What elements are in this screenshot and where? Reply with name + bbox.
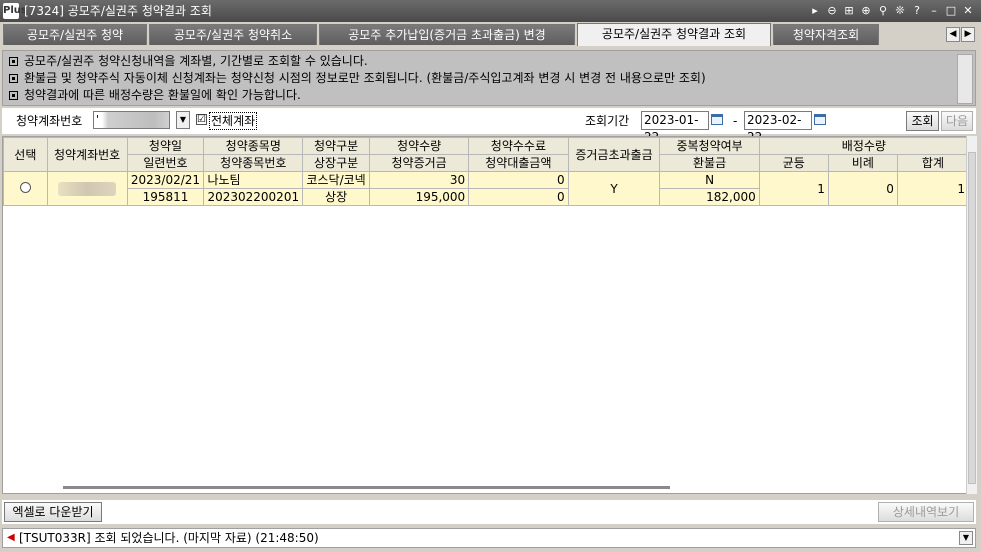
- account-input[interactable]: ': [93, 111, 170, 129]
- col-header-total[interactable]: 합계: [896, 154, 969, 172]
- col-header-type[interactable]: 청약구분: [302, 137, 371, 155]
- bottom-bar: 엑셀로 다운받기 상세내역보기: [2, 500, 976, 524]
- status-message: [TSUT033R] 조회 되었습니다. (마지막 자료) (21:48:50): [19, 531, 319, 545]
- col-header-prop[interactable]: 비례: [827, 154, 898, 172]
- row-select-cell[interactable]: [3, 171, 48, 206]
- col-header-dup[interactable]: 중복청약여부: [659, 137, 760, 155]
- info-panel: 공모주/실권주 청약신청내역을 계좌별, 기간별로 조회할 수 있습니다. 환불…: [2, 50, 976, 106]
- cell-serial: 195811: [126, 188, 205, 206]
- col-header-loan[interactable]: 청약대출금액: [468, 154, 569, 172]
- col-header-market[interactable]: 상장구분: [302, 154, 371, 172]
- zoom-in-icon[interactable]: ⊕: [859, 3, 873, 19]
- app-logo: Plus: [3, 3, 27, 19]
- col-header-excess[interactable]: 증거금초과출금: [567, 137, 661, 172]
- cell-total: 1: [896, 171, 969, 206]
- tab-next-icon[interactable]: ▶: [961, 27, 975, 42]
- cell-equal: 1: [758, 171, 829, 206]
- help-icon[interactable]: ?: [910, 3, 924, 19]
- cell-date: 2023/02/21: [126, 171, 205, 189]
- bullet-icon: [9, 74, 18, 83]
- cell-type: 코스닥/코넥: [302, 171, 371, 189]
- cell-refund: 182,000: [659, 188, 760, 206]
- masked-account: [58, 182, 117, 196]
- cell-qty: 30: [369, 171, 470, 189]
- period-label: 조회기간: [585, 114, 630, 128]
- cell-excess: Y: [567, 171, 661, 206]
- excel-download-button[interactable]: 엑셀로 다운받기: [4, 502, 102, 522]
- tab-subscription-result[interactable]: 공모주/실권주 청약결과 조회: [577, 23, 771, 46]
- vertical-scroll-thumb[interactable]: [968, 152, 976, 484]
- info-line: 공모주/실권주 청약신청내역을 계좌별, 기간별로 조회할 수 있습니다.: [9, 53, 368, 70]
- account-label: 청약계좌번호: [16, 114, 83, 128]
- all-accounts-label[interactable]: 전체계좌: [209, 112, 258, 130]
- calendar-from-icon[interactable]: [710, 112, 725, 128]
- screen-icon[interactable]: ⊞: [842, 3, 856, 19]
- tab-eligibility[interactable]: 청약자격조회: [773, 24, 879, 45]
- bullet-icon: [9, 57, 18, 66]
- col-header-refund[interactable]: 환불금: [659, 154, 760, 172]
- minimize-icon[interactable]: –: [927, 3, 941, 19]
- tab-prev-icon[interactable]: ◀: [946, 27, 960, 42]
- tab-subscription[interactable]: 공모주/실권주 청약: [3, 24, 147, 45]
- close-icon[interactable]: ✕: [961, 3, 975, 19]
- info-scrollbar[interactable]: [957, 54, 973, 104]
- col-header-stock-code[interactable]: 청약종목번호: [203, 154, 304, 172]
- status-dropdown-icon[interactable]: ▼: [959, 531, 973, 545]
- cell-stock-name: 나노팀: [203, 171, 304, 189]
- cell-dup: N: [659, 171, 760, 189]
- cell-market: 상장: [302, 188, 371, 206]
- vertical-scrollbar[interactable]: [966, 136, 977, 494]
- status-bar: ◀ [TSUT033R] 조회 되었습니다. (마지막 자료) (21:48:5…: [2, 528, 976, 548]
- col-header-select[interactable]: 선택: [3, 137, 48, 172]
- cell-prop: 0: [827, 171, 898, 206]
- all-accounts-checkbox[interactable]: ☑: [196, 114, 207, 125]
- detail-view-button[interactable]: 상세내역보기: [878, 502, 974, 522]
- next-button[interactable]: 다음: [941, 111, 973, 131]
- query-button[interactable]: 조회: [906, 111, 939, 131]
- col-header-fee[interactable]: 청약수수료: [468, 137, 569, 155]
- col-header-date[interactable]: 청약일: [126, 137, 205, 155]
- col-header-deposit[interactable]: 청약증거금: [369, 154, 470, 172]
- calendar-to-icon[interactable]: [813, 112, 828, 128]
- maximize-icon[interactable]: □: [944, 3, 958, 19]
- col-header-serial[interactable]: 일련번호: [126, 154, 205, 172]
- bullet-icon: [9, 91, 18, 100]
- col-header-equal[interactable]: 균등: [758, 154, 829, 172]
- date-to-input[interactable]: 2023-02-22: [744, 111, 812, 144]
- cell-fee: 0: [468, 171, 569, 189]
- result-table: 선택 청약계좌번호 청약일 청약종목명 청약구분 청약수량 청약수수료 증거금초…: [3, 137, 969, 206]
- col-header-stock-name[interactable]: 청약종목명: [203, 137, 304, 155]
- info-line: 청약결과에 따른 배정수량은 환불일에 확인 가능합니다.: [9, 87, 301, 104]
- menu-arrow-icon[interactable]: ▸: [808, 3, 822, 19]
- tab-subscription-cancel[interactable]: 공모주/실권주 청약취소: [149, 24, 317, 45]
- pin-icon[interactable]: ⚲: [876, 3, 890, 19]
- col-header-alloc[interactable]: 배정수량: [758, 137, 969, 155]
- cell-stock-code: 202302200201: [203, 188, 304, 206]
- tab-additional-payment[interactable]: 공모주 추가납입(증거금 초과출금) 변경: [319, 24, 575, 45]
- zoom-out-icon[interactable]: ⊖: [825, 3, 839, 19]
- account-dropdown-icon[interactable]: ▼: [176, 111, 190, 129]
- table-row[interactable]: 2023/02/21 나노팀 코스닥/코넥 30 0 Y N 1 0 1: [3, 171, 969, 206]
- window-title: [7324] 공모주/실권주 청약결과 조회: [24, 4, 212, 18]
- row-select-radio[interactable]: [19, 181, 31, 193]
- title-bar-icons: ▸ ⊖ ⊞ ⊕ ⚲ ❊ ? – □ ✕: [808, 3, 975, 19]
- col-header-account[interactable]: 청약계좌번호: [46, 137, 128, 172]
- col-header-qty[interactable]: 청약수량: [369, 137, 470, 155]
- horizontal-scrollbar[interactable]: [63, 486, 670, 489]
- info-line: 환불금 및 청약주식 자동이체 신청계좌는 청약신청 시점의 정보로만 조회됩니…: [9, 70, 706, 87]
- cell-loan: 0: [468, 188, 569, 206]
- settings-icon[interactable]: ❊: [893, 3, 907, 19]
- title-bar: Plus [7324] 공모주/실권주 청약결과 조회 ▸ ⊖ ⊞ ⊕ ⚲ ❊ …: [0, 0, 981, 22]
- speaker-icon: ◀: [7, 532, 15, 543]
- row-account-cell: [46, 171, 128, 206]
- search-bar: 청약계좌번호 ' ▼ ☑ 전체계좌 조회기간 2023-01-22 - 2023…: [2, 108, 976, 144]
- date-from-input[interactable]: 2023-01-22: [641, 111, 709, 144]
- cell-deposit: 195,000: [369, 188, 470, 206]
- tab-bar: 공모주/실권주 청약 공모주/실권주 청약취소 공모주 추가납입(증거금 초과출…: [0, 22, 981, 46]
- result-grid: 선택 청약계좌번호 청약일 청약종목명 청약구분 청약수량 청약수수료 증거금초…: [2, 136, 970, 494]
- date-separator: -: [733, 114, 738, 128]
